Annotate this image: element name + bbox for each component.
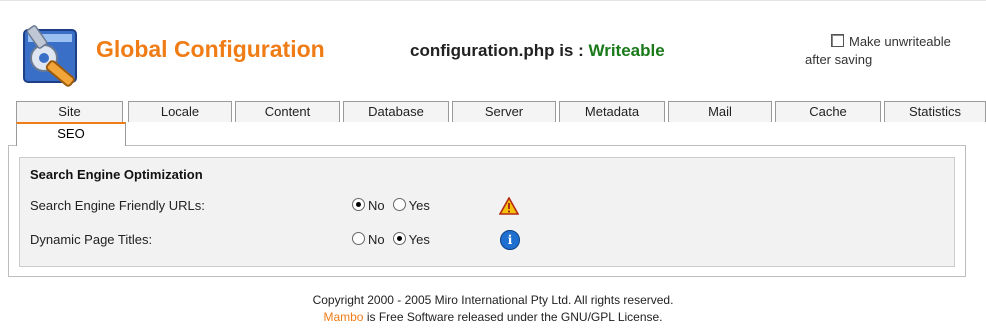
sef-urls-yes-label: Yes — [408, 198, 430, 213]
dynamic-titles-yes-label: Yes — [408, 232, 430, 247]
footer-copyright: Copyright 2000 - 2005 Miro International… — [312, 293, 674, 307]
mambo-link[interactable]: Mambo — [323, 310, 363, 324]
config-file-status-prefix: configuration.php is : — [410, 41, 589, 60]
sef-urls-no-option[interactable]: No — [352, 198, 385, 213]
config-tabs: Site Locale Content Database Server Meta… — [16, 101, 986, 123]
tab-database[interactable]: Database — [343, 101, 449, 122]
footer-license: Mambo is Free Software released under th… — [0, 309, 986, 326]
footer-license-text: is Free Software released under the GNU/… — [363, 310, 663, 324]
make-unwriteable-option[interactable]: Make unwriteable after saving — [805, 33, 985, 69]
dynamic-titles-no-radio[interactable] — [352, 232, 365, 245]
section-title: Search Engine Optimization — [30, 167, 203, 182]
seo-panel-inner: Search Engine Optimization Search Engine… — [19, 157, 955, 267]
tab-cache[interactable]: Cache — [775, 101, 881, 122]
dynamic-titles-no-option[interactable]: No — [352, 232, 385, 247]
page-title: Global Configuration — [96, 36, 325, 62]
footer: Copyright 2000 - 2005 Miro International… — [0, 292, 986, 326]
tab-site[interactable]: Site — [16, 101, 123, 122]
dynamic-titles-yes-radio[interactable] — [392, 232, 406, 245]
sef-urls-no-radio[interactable] — [352, 198, 365, 211]
dynamic-titles-no-label: No — [368, 232, 385, 247]
sef-urls-radio-group: No Yes — [352, 198, 438, 213]
top-border — [0, 0, 986, 9]
tab-metadata[interactable]: Metadata — [559, 101, 665, 122]
seo-panel: Search Engine Optimization Search Engine… — [8, 145, 966, 277]
dynamic-titles-label: Dynamic Page Titles: — [30, 232, 153, 247]
config-file-status-value: Writeable — [588, 41, 665, 60]
tab-mail[interactable]: Mail — [668, 101, 772, 122]
make-unwriteable-label-line1: Make unwriteable — [849, 34, 951, 49]
sef-urls-yes-option[interactable]: Yes — [392, 198, 430, 213]
make-unwriteable-label-line2: after saving — [805, 52, 873, 67]
sef-urls-label: Search Engine Friendly URLs: — [30, 198, 205, 213]
sef-urls-yes-radio[interactable] — [392, 198, 406, 211]
tab-locale[interactable]: Locale — [128, 101, 232, 122]
info-icon[interactable]: i — [500, 230, 520, 250]
sef-urls-no-label: No — [368, 198, 385, 213]
tab-statistics[interactable]: Statistics — [884, 101, 986, 122]
dynamic-titles-radio-group: No Yes — [352, 232, 438, 247]
configuration-icon — [23, 25, 77, 87]
make-unwriteable-checkbox[interactable] — [831, 34, 844, 47]
dynamic-titles-yes-option[interactable]: Yes — [392, 232, 430, 247]
tab-server[interactable]: Server — [452, 101, 556, 122]
config-file-status: configuration.php is : Writeable — [410, 41, 665, 61]
warning-icon[interactable] — [499, 197, 519, 215]
tab-seo[interactable]: SEO — [16, 122, 126, 146]
tab-content[interactable]: Content — [235, 101, 340, 122]
